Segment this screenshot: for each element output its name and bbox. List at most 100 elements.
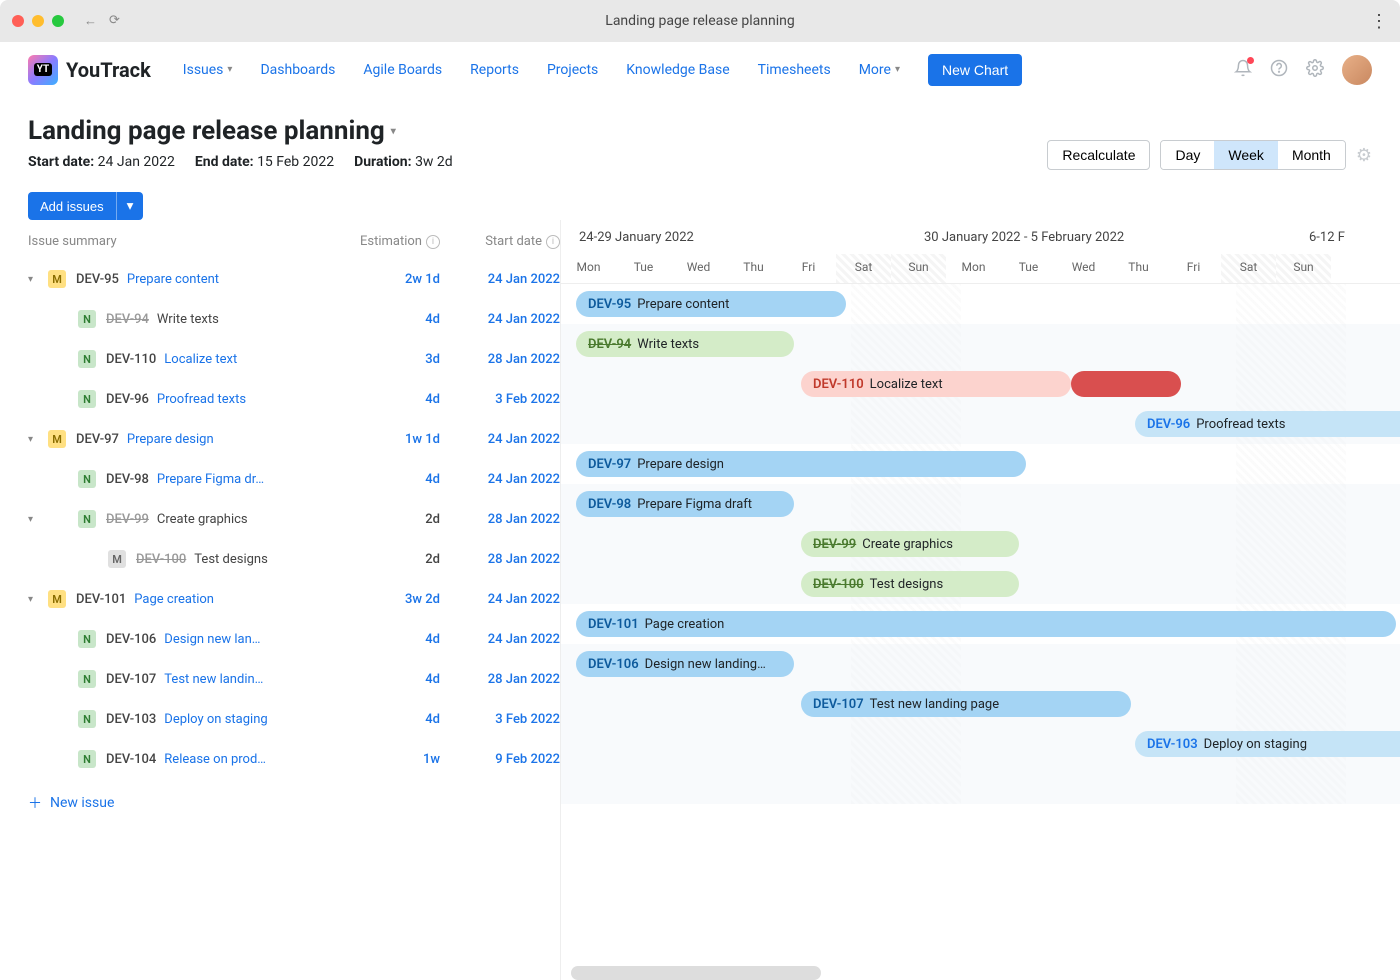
view-month[interactable]: Month <box>1278 141 1345 169</box>
issue-title[interactable]: Proofread texts <box>157 392 246 407</box>
nav-agile[interactable]: Agile Boards <box>363 62 442 78</box>
new-chart-button[interactable]: New Chart <box>928 54 1022 86</box>
issue-key[interactable]: DEV-95 <box>76 272 119 287</box>
issue-start-date[interactable]: 9 Feb 2022 <box>440 752 560 767</box>
view-day[interactable]: Day <box>1161 141 1214 169</box>
issue-estimation[interactable]: 2w 1d <box>340 272 440 287</box>
issue-row[interactable]: NDEV-98Prepare Figma dr…4d24 Jan 2022 <box>28 459 560 499</box>
settings-icon[interactable]: ⚙ <box>1356 145 1372 166</box>
issue-key[interactable]: DEV-96 <box>106 392 149 407</box>
issue-title[interactable]: Prepare content <box>127 272 219 287</box>
issue-start-date[interactable]: 24 Jan 2022 <box>440 472 560 487</box>
gantt-bar[interactable]: DEV-107Test new landing page <box>801 691 1131 717</box>
nav-more[interactable]: More▾ <box>859 62 900 78</box>
nav-projects[interactable]: Projects <box>547 62 598 78</box>
gantt-bar[interactable]: DEV-100Test designs <box>801 571 1019 597</box>
issue-estimation[interactable]: 4d <box>340 632 440 647</box>
issue-start-date[interactable]: 3 Feb 2022 <box>440 392 560 407</box>
add-issues-button[interactable]: Add issues <box>28 192 116 220</box>
issue-estimation[interactable]: 2d <box>340 512 440 527</box>
issue-key[interactable]: DEV-107 <box>106 672 156 687</box>
issue-row[interactable]: MDEV-100Test designs2d28 Jan 2022 <box>28 539 560 579</box>
issue-row[interactable]: NDEV-106Design new lan…4d24 Jan 2022 <box>28 619 560 659</box>
expand-icon[interactable]: ▾ <box>28 594 48 605</box>
nav-timesheets[interactable]: Timesheets <box>758 62 831 78</box>
issue-estimation[interactable]: 3w 2d <box>340 592 440 607</box>
issue-row[interactable]: ▾MDEV-101Page creation3w 2d24 Jan 2022 <box>28 579 560 619</box>
issue-title[interactable]: Localize text <box>164 352 237 367</box>
issue-start-date[interactable]: 24 Jan 2022 <box>440 592 560 607</box>
gantt-body[interactable]: DEV-95Prepare content DEV-94Write texts DE… <box>561 284 1400 804</box>
nav-kb[interactable]: Knowledge Base <box>626 62 729 78</box>
nav-dashboards[interactable]: Dashboards <box>260 62 335 78</box>
help-icon[interactable] <box>1270 59 1288 81</box>
gantt-bar[interactable]: DEV-106Design new landing… <box>576 651 794 677</box>
issue-estimation[interactable]: 4d <box>340 672 440 687</box>
issue-row[interactable]: NDEV-96Proofread texts4d3 Feb 2022 <box>28 379 560 419</box>
issue-title[interactable]: Deploy on staging <box>164 712 267 727</box>
issue-row[interactable]: ▾MDEV-95Prepare content2w 1d24 Jan 2022 <box>28 259 560 299</box>
add-issues-dropdown[interactable]: ▾ <box>116 192 144 220</box>
new-issue-button[interactable]: ＋ New issue <box>28 779 560 827</box>
close-window[interactable] <box>12 15 24 27</box>
gantt-bar[interactable]: DEV-97Prepare design <box>576 451 1026 477</box>
gantt-bar[interactable]: DEV-95Prepare content <box>576 291 846 317</box>
issue-key[interactable]: DEV-100 <box>136 552 186 567</box>
issue-title[interactable]: Design new lan… <box>164 632 260 647</box>
gantt-bar[interactable]: DEV-101Page creation <box>576 611 1396 637</box>
issue-start-date[interactable]: 28 Jan 2022 <box>440 552 560 567</box>
avatar[interactable] <box>1342 55 1372 85</box>
view-week[interactable]: Week <box>1214 141 1278 169</box>
expand-icon[interactable]: ▾ <box>28 514 48 525</box>
page-title[interactable]: Landing page release planning▾ <box>28 116 453 146</box>
recalculate-button[interactable]: Recalculate <box>1047 140 1150 170</box>
gear-icon[interactable] <box>1306 59 1324 81</box>
issue-key[interactable]: DEV-104 <box>106 752 156 767</box>
maximize-window[interactable] <box>52 15 64 27</box>
issue-title[interactable]: Prepare design <box>127 432 214 447</box>
gantt-bar[interactable]: DEV-96Proofread texts <box>1135 411 1400 437</box>
issue-key[interactable]: DEV-97 <box>76 432 119 447</box>
issue-row[interactable]: NDEV-94Write texts4d24 Jan 2022 <box>28 299 560 339</box>
issue-key[interactable]: DEV-110 <box>106 352 156 367</box>
issue-title[interactable]: Write texts <box>157 312 219 327</box>
gantt-bar[interactable] <box>1071 371 1181 397</box>
issue-title[interactable]: Release on prod… <box>164 752 266 767</box>
gantt-bar[interactable]: DEV-94Write texts <box>576 331 794 357</box>
reload-icon[interactable]: ⟳ <box>109 13 120 29</box>
issue-estimation[interactable]: 3d <box>340 352 440 367</box>
horizontal-scrollbar[interactable] <box>571 966 821 980</box>
gantt-bar[interactable]: DEV-98Prepare Figma draft <box>576 491 794 517</box>
issue-title[interactable]: Test designs <box>194 552 268 567</box>
issue-row[interactable]: ▾MDEV-97Prepare design1w 1d24 Jan 2022 <box>28 419 560 459</box>
minimize-window[interactable] <box>32 15 44 27</box>
nav-reports[interactable]: Reports <box>470 62 519 78</box>
issue-start-date[interactable]: 24 Jan 2022 <box>440 312 560 327</box>
issue-start-date[interactable]: 24 Jan 2022 <box>440 432 560 447</box>
issue-row[interactable]: NDEV-107Test new landin…4d28 Jan 2022 <box>28 659 560 699</box>
issue-start-date[interactable]: 24 Jan 2022 <box>440 272 560 287</box>
gantt-bar[interactable]: DEV-103Deploy on staging <box>1135 731 1400 757</box>
issue-row[interactable]: NDEV-103Deploy on staging4d3 Feb 2022 <box>28 699 560 739</box>
issue-estimation[interactable]: 4d <box>340 392 440 407</box>
issue-key[interactable]: DEV-101 <box>76 592 126 607</box>
expand-icon[interactable]: ▾ <box>28 434 48 445</box>
issue-key[interactable]: DEV-103 <box>106 712 156 727</box>
issue-title[interactable]: Page creation <box>134 592 214 607</box>
gantt-bar[interactable]: DEV-110Localize text <box>801 371 1071 397</box>
issue-title[interactable]: Prepare Figma dr… <box>157 472 264 487</box>
issue-start-date[interactable]: 28 Jan 2022 <box>440 352 560 367</box>
issue-estimation[interactable]: 4d <box>340 312 440 327</box>
issue-row[interactable]: NDEV-104Release on prod…1w9 Feb 2022 <box>28 739 560 779</box>
gantt-bar[interactable]: DEV-99Create graphics <box>801 531 1019 557</box>
issue-start-date[interactable]: 3 Feb 2022 <box>440 712 560 727</box>
issue-start-date[interactable]: 24 Jan 2022 <box>440 632 560 647</box>
info-icon[interactable]: i <box>546 235 560 249</box>
issue-estimation[interactable]: 1w 1d <box>340 432 440 447</box>
nav-issues[interactable]: Issues▾ <box>183 62 233 78</box>
issue-estimation[interactable]: 1w <box>340 752 440 767</box>
issue-key[interactable]: DEV-99 <box>106 512 149 527</box>
issue-key[interactable]: DEV-106 <box>106 632 156 647</box>
issue-key[interactable]: DEV-98 <box>106 472 149 487</box>
issue-key[interactable]: DEV-94 <box>106 312 149 327</box>
